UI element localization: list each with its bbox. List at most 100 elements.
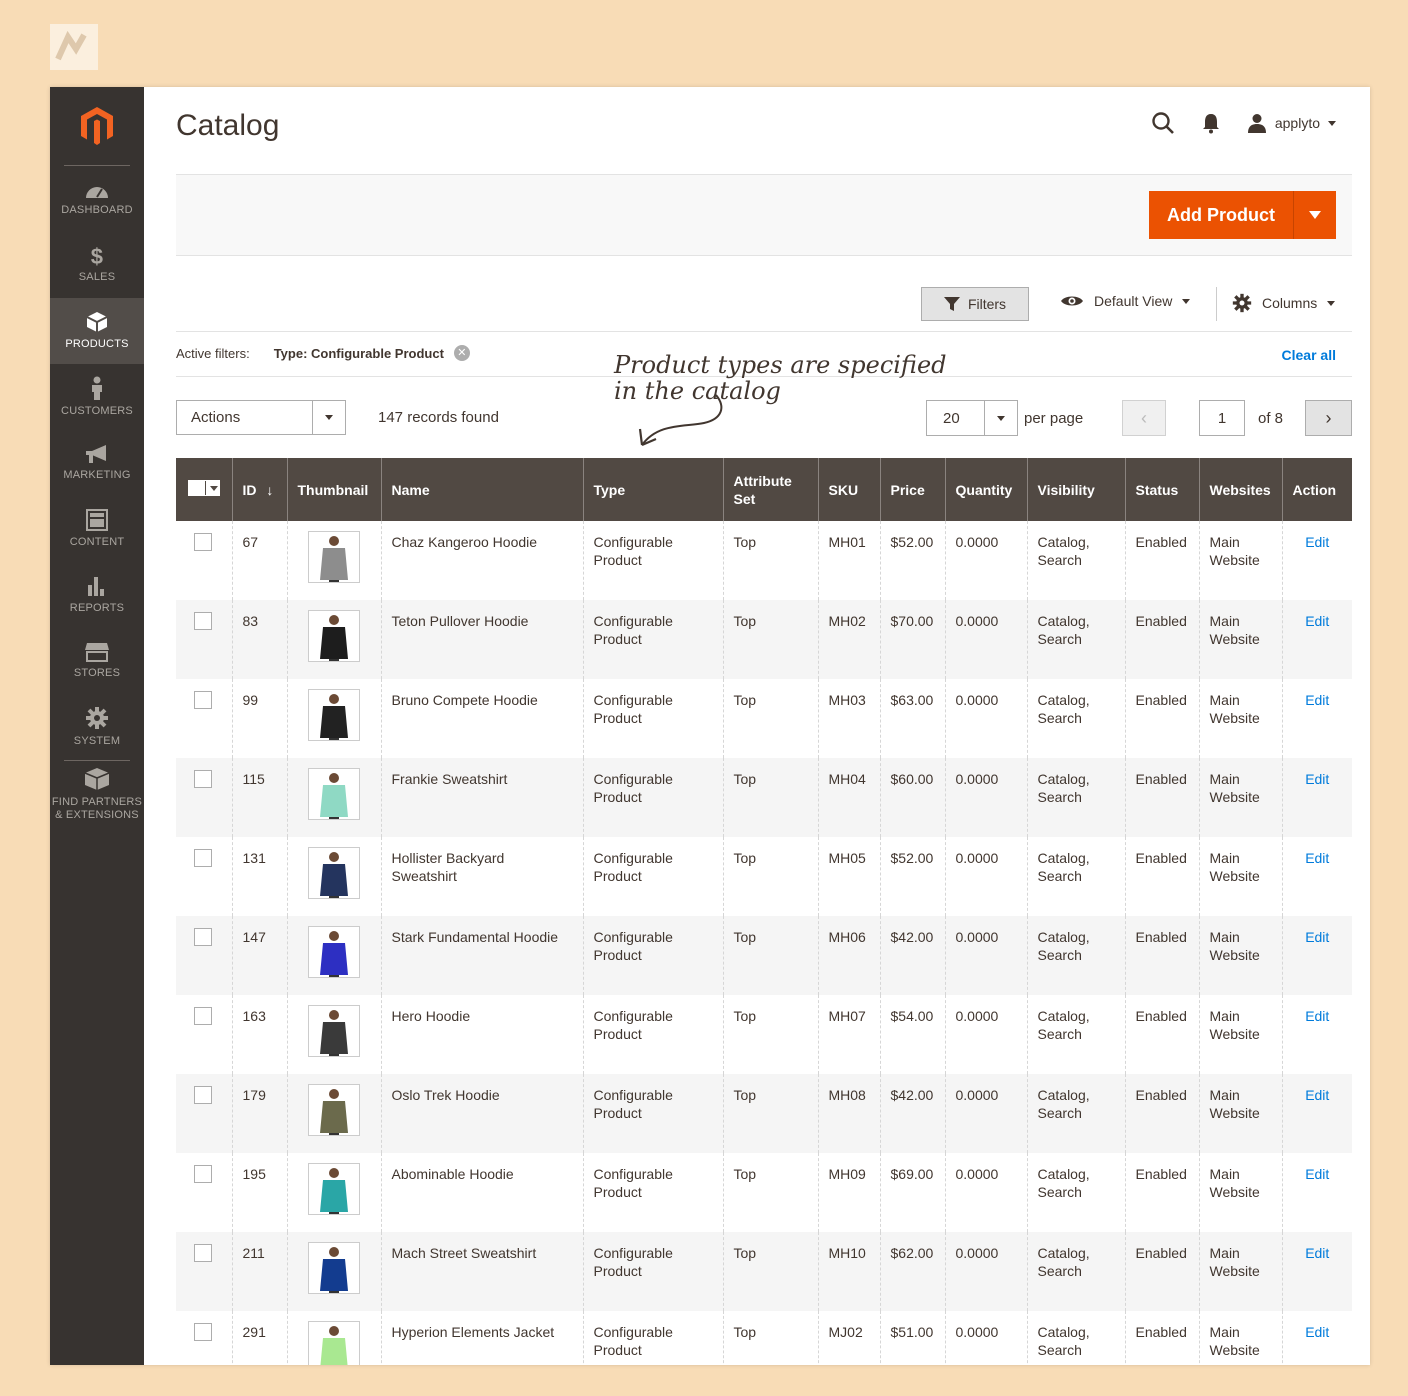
row-checkbox[interactable] <box>194 1165 212 1183</box>
previous-page-button[interactable]: ‹ <box>1122 400 1166 436</box>
column-header-id[interactable]: ID ↓ <box>231 458 287 521</box>
mass-select-toggle[interactable] <box>188 480 220 496</box>
active-filter-tag[interactable]: Type: Configurable Product ✕ <box>274 345 470 361</box>
sidebar-item-label: SYSTEM <box>73 735 121 747</box>
sidebar-item-customers[interactable]: CUSTOMERS <box>50 364 144 430</box>
row-checkbox[interactable] <box>194 770 212 788</box>
cell-name: Hollister Backyard Sweatshirt <box>380 837 583 916</box>
sidebar-item-content[interactable]: CONTENT <box>50 496 144 562</box>
edit-link[interactable]: Edit <box>1293 1165 1343 1183</box>
magento-logo[interactable] <box>50 87 144 165</box>
filters-button[interactable]: Filters <box>921 287 1029 321</box>
row-checkbox[interactable] <box>194 1244 212 1262</box>
product-thumbnail[interactable] <box>308 610 360 662</box>
edit-link[interactable]: Edit <box>1293 1007 1343 1025</box>
clear-all-link[interactable]: Clear all <box>1282 347 1336 363</box>
bell-icon[interactable] <box>1201 112 1221 134</box>
table-row[interactable]: 211 Mach Street Sweatshirt Configurable Pro… <box>176 1232 1352 1311</box>
next-page-button[interactable]: › <box>1305 400 1352 436</box>
edit-link[interactable]: Edit <box>1293 770 1343 788</box>
sidebar-item-marketing[interactable]: MARKETING <box>50 430 144 496</box>
table-row[interactable]: 179 Oslo Trek Hoodie Configurable Product To… <box>176 1074 1352 1153</box>
chevron-down-icon <box>997 415 1005 421</box>
table-row[interactable]: 291 Hyperion Elements Jacket Configurable P… <box>176 1311 1352 1365</box>
product-thumbnail[interactable] <box>308 531 360 583</box>
table-row[interactable]: 99 Bruno Compete Hoodie Configurable Produc… <box>176 679 1352 758</box>
row-checkbox[interactable] <box>194 533 212 551</box>
table-row[interactable]: 115 Frankie Sweatshirt Configurable Product… <box>176 758 1352 837</box>
cell-price: $52.00 <box>879 837 945 916</box>
row-checkbox[interactable] <box>194 1086 212 1104</box>
product-thumbnail[interactable] <box>308 1084 360 1136</box>
mass-actions-select[interactable]: Actions <box>176 400 346 435</box>
sidebar-item-label: SALES <box>78 271 116 283</box>
table-row[interactable]: 83 Teton Pullover Hoodie Configurable Produ… <box>176 600 1352 679</box>
per-page-select[interactable]: 20 <box>926 400 1018 436</box>
row-checkbox[interactable] <box>194 849 212 867</box>
sidebar-item-system[interactable]: SYSTEM <box>50 694 144 760</box>
column-header-visibility[interactable]: Visibility <box>1026 458 1125 521</box>
user-menu[interactable]: applyto <box>1247 113 1336 133</box>
cell-status: Enabled <box>1124 1232 1199 1311</box>
column-header-name[interactable]: Name <box>380 458 583 521</box>
sidebar-item-products[interactable]: PRODUCTS <box>50 298 144 364</box>
row-checkbox[interactable] <box>194 691 212 709</box>
close-icon[interactable]: ✕ <box>453 345 470 361</box>
cell-action: Edit <box>1281 1153 1352 1232</box>
edit-link[interactable]: Edit <box>1293 1244 1343 1262</box>
search-icon[interactable] <box>1151 111 1175 135</box>
product-thumbnail[interactable] <box>308 768 360 820</box>
sidebar-item-label: STORES <box>73 667 121 679</box>
cell-id: 115 <box>231 758 287 837</box>
sidebar-item-dashboard[interactable]: DASHBOARD <box>50 166 144 232</box>
row-checkbox[interactable] <box>194 1323 212 1341</box>
edit-link[interactable]: Edit <box>1293 533 1343 551</box>
columns-dropdown[interactable]: Columns <box>1232 293 1336 313</box>
column-header-quantity[interactable]: Quantity <box>944 458 1027 521</box>
product-thumbnail[interactable] <box>308 1005 360 1057</box>
active-filters-label: Active filters: <box>176 345 250 361</box>
table-row[interactable]: 67 Chaz Kangeroo Hoodie Configurable Produc… <box>176 521 1352 600</box>
add-product-button[interactable]: Add Product <box>1149 191 1294 239</box>
product-thumbnail[interactable] <box>308 926 360 978</box>
chevron-left-icon: ‹ <box>1141 407 1147 428</box>
mass-actions-value: Actions <box>191 409 241 426</box>
edit-link[interactable]: Edit <box>1293 1323 1343 1341</box>
edit-link[interactable]: Edit <box>1293 928 1343 946</box>
sidebar-item-sales[interactable]: $ SALES <box>50 232 144 298</box>
cell-name: Teton Pullover Hoodie <box>380 600 583 679</box>
cell-action: Edit <box>1281 521 1352 600</box>
row-checkbox[interactable] <box>194 1007 212 1025</box>
row-checkbox[interactable] <box>194 928 212 946</box>
edit-link[interactable]: Edit <box>1293 849 1343 867</box>
product-thumbnail[interactable] <box>308 1163 360 1215</box>
product-image-icon <box>320 1168 348 1214</box>
default-view-dropdown[interactable]: Default View <box>1060 293 1191 309</box>
table-row[interactable]: 163 Hero Hoodie Configurable Product Top MH07… <box>176 995 1352 1074</box>
product-thumbnail[interactable] <box>308 847 360 899</box>
edit-link[interactable]: Edit <box>1293 612 1343 630</box>
column-header-websites[interactable]: Websites <box>1198 458 1282 521</box>
sidebar-item-stores[interactable]: STORES <box>50 628 144 694</box>
column-header-sku[interactable]: SKU <box>817 458 880 521</box>
cell-quantity: 0.0000 <box>944 1153 1027 1232</box>
product-thumbnail[interactable] <box>308 1242 360 1294</box>
current-page-input[interactable] <box>1199 400 1245 436</box>
table-row[interactable]: 131 Hollister Backyard Sweatshirt Configur… <box>176 837 1352 916</box>
sidebar-item-partners[interactable]: FIND PARTNERS & EXTENSIONS <box>50 761 144 841</box>
row-select-cell <box>176 1311 232 1365</box>
table-row[interactable]: 147 Stark Fundamental Hoodie Configurable P… <box>176 916 1352 995</box>
add-product-type-toggle[interactable] <box>1294 191 1336 239</box>
edit-link[interactable]: Edit <box>1293 1086 1343 1104</box>
column-header-status[interactable]: Status <box>1124 458 1199 521</box>
product-thumbnail[interactable] <box>308 689 360 741</box>
table-row[interactable]: 195 Abominable Hoodie Configurable Product T… <box>176 1153 1352 1232</box>
main-content: Catalog applyto Add Product Filters Defa… <box>144 87 1370 1365</box>
sidebar-item-reports[interactable]: REPORTS <box>50 562 144 628</box>
row-checkbox[interactable] <box>194 612 212 630</box>
edit-link[interactable]: Edit <box>1293 691 1343 709</box>
column-header-price[interactable]: Price <box>879 458 945 521</box>
product-thumbnail[interactable] <box>308 1321 360 1365</box>
column-header-attribute-set[interactable]: Attribute Set <box>722 458 818 521</box>
column-header-type[interactable]: Type <box>582 458 723 521</box>
